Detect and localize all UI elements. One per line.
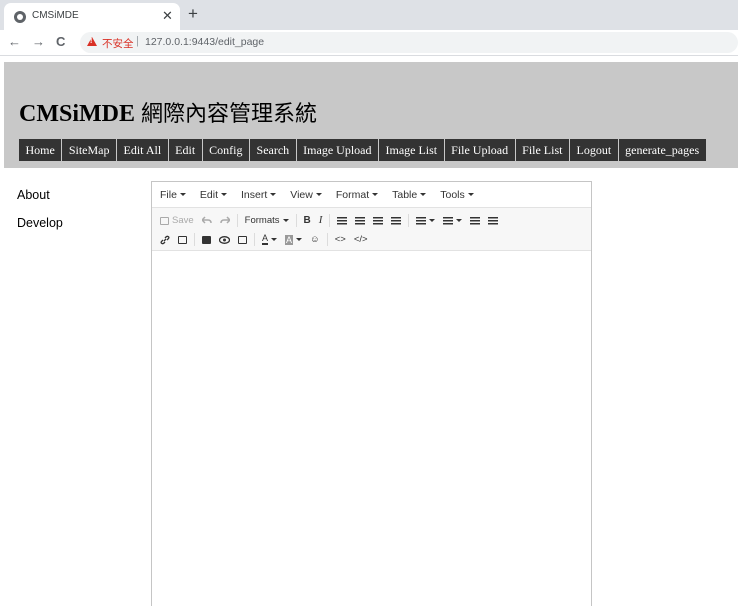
editor-menu-file[interactable]: File bbox=[160, 189, 186, 201]
browser-tab[interactable]: CMSiMDE ✕ bbox=[4, 3, 180, 30]
background-color-button[interactable]: A bbox=[281, 231, 306, 248]
editor-toolbar: Save Formats B I A A ☺ <> </> bbox=[152, 208, 591, 251]
toolbar-divider bbox=[236, 214, 238, 227]
menu-item-edit-all[interactable]: Edit All bbox=[117, 139, 169, 161]
menu-item-image-upload[interactable]: Image Upload bbox=[296, 139, 379, 161]
align-justify-button[interactable] bbox=[387, 212, 405, 229]
menu-item-sitemap[interactable]: SiteMap bbox=[62, 139, 117, 161]
italic-button[interactable]: I bbox=[315, 212, 327, 229]
image-button[interactable] bbox=[174, 231, 191, 248]
menu-item-edit[interactable]: Edit bbox=[168, 139, 203, 161]
menu-item-config[interactable]: Config bbox=[202, 139, 251, 161]
font-color-icon: A bbox=[262, 233, 269, 245]
media-button[interactable] bbox=[234, 231, 251, 248]
sidebar-item-about[interactable]: About bbox=[17, 188, 63, 202]
print-button[interactable] bbox=[198, 231, 215, 248]
site-title: CMSiMDE 網際內容管理系統 bbox=[19, 96, 317, 128]
media-icon bbox=[238, 235, 247, 244]
preview-button[interactable] bbox=[215, 231, 234, 248]
address-bar-row: ← → C 不安全 | 127.0.0.1:9443/edit_page bbox=[0, 30, 738, 56]
link-button[interactable] bbox=[156, 231, 174, 248]
browser-tabbar: CMSiMDE ✕ + bbox=[0, 0, 738, 30]
site-title-latin: CMSiMDE bbox=[19, 101, 135, 127]
editor-menu-view[interactable]: View bbox=[290, 189, 322, 201]
indent-button[interactable] bbox=[484, 212, 502, 229]
print-icon bbox=[202, 235, 211, 244]
align-center-button[interactable] bbox=[351, 212, 369, 229]
reload-icon[interactable]: C bbox=[56, 34, 65, 49]
redo-button[interactable] bbox=[216, 212, 234, 229]
font-color-button[interactable]: A bbox=[258, 231, 281, 248]
undo-icon bbox=[201, 216, 212, 224]
toolbar-divider bbox=[329, 214, 331, 227]
sidebar-item-develop[interactable]: Develop bbox=[17, 216, 63, 230]
toolbar-row-2: A A ☺ <> </> bbox=[156, 230, 587, 249]
align-justify-icon bbox=[391, 216, 402, 225]
save-button[interactable]: Save bbox=[156, 212, 198, 229]
forward-icon[interactable]: → bbox=[32, 34, 45, 49]
menu-item-image-list[interactable]: Image List bbox=[378, 139, 445, 161]
toolbar-divider bbox=[326, 233, 328, 246]
tab-title: CMSiMDE bbox=[32, 10, 79, 21]
eye-icon bbox=[219, 235, 230, 244]
outdent-button[interactable] bbox=[466, 212, 484, 229]
back-icon[interactable]: ← bbox=[8, 34, 21, 49]
link-icon bbox=[160, 235, 170, 244]
url-text[interactable]: 127.0.0.1:9443/edit_page bbox=[145, 36, 264, 48]
floppy-icon bbox=[160, 216, 169, 225]
image-icon bbox=[178, 235, 187, 244]
editor-menubar: File Edit Insert View Format Table Tools bbox=[152, 182, 591, 208]
formats-dropdown[interactable]: Formats bbox=[241, 212, 293, 229]
menu-item-home[interactable]: Home bbox=[19, 139, 63, 161]
code-sample-button[interactable]: <> bbox=[331, 231, 350, 248]
editor-menu-tools[interactable]: Tools bbox=[440, 189, 474, 201]
warning-icon[interactable] bbox=[87, 37, 97, 46]
numbered-list-icon bbox=[443, 216, 454, 225]
menu-item-file-upload[interactable]: File Upload bbox=[444, 139, 516, 161]
align-left-icon bbox=[337, 216, 348, 225]
align-right-icon bbox=[373, 216, 384, 225]
align-right-button[interactable] bbox=[369, 212, 387, 229]
url-field[interactable]: 不安全 | 127.0.0.1:9443/edit_page bbox=[80, 32, 738, 53]
bullet-list-icon bbox=[416, 216, 427, 225]
editor-menu-table[interactable]: Table bbox=[392, 189, 427, 201]
numbered-list-button[interactable] bbox=[439, 212, 466, 229]
site-header: CMSiMDE 網際內容管理系統 Home SiteMap Edit All E… bbox=[4, 62, 738, 168]
menu-item-file-list[interactable]: File List bbox=[515, 139, 570, 161]
url-separator: | bbox=[136, 35, 139, 47]
emoticons-button[interactable]: ☺ bbox=[306, 231, 324, 248]
site-title-cjk: 網際內容管理系統 bbox=[141, 102, 318, 127]
editor-menu-format[interactable]: Format bbox=[336, 189, 379, 201]
background-color-icon: A bbox=[285, 234, 294, 245]
globe-icon bbox=[14, 11, 26, 23]
tab-close-icon[interactable]: ✕ bbox=[162, 8, 173, 24]
align-center-icon bbox=[355, 216, 366, 225]
top-menu: Home SiteMap Edit All Edit Config Search… bbox=[19, 139, 707, 161]
security-label[interactable]: 不安全 bbox=[102, 36, 134, 51]
align-left-button[interactable] bbox=[333, 212, 351, 229]
menu-item-search[interactable]: Search bbox=[250, 139, 297, 161]
toolbar-divider bbox=[408, 214, 410, 227]
outdent-icon bbox=[470, 216, 481, 225]
toolbar-divider bbox=[194, 233, 195, 246]
toolbar-row-1: Save Formats B I bbox=[156, 211, 587, 230]
menu-item-logout[interactable]: Logout bbox=[569, 139, 619, 161]
toolbar-divider bbox=[295, 214, 297, 227]
editor-content-area[interactable] bbox=[152, 252, 591, 606]
rich-text-editor: File Edit Insert View Format Table Tools… bbox=[151, 181, 592, 606]
editor-menu-insert[interactable]: Insert bbox=[241, 189, 277, 201]
undo-button[interactable] bbox=[198, 212, 216, 229]
indent-icon bbox=[488, 216, 499, 225]
bullet-list-button[interactable] bbox=[412, 212, 439, 229]
menu-item-generate-pages[interactable]: generate_pages bbox=[618, 139, 707, 161]
editor-menu-edit[interactable]: Edit bbox=[200, 189, 228, 201]
sidebar: About Develop bbox=[17, 188, 63, 244]
source-code-button[interactable]: </> bbox=[350, 231, 372, 248]
bold-button[interactable]: B bbox=[300, 212, 315, 229]
toolbar-divider bbox=[254, 233, 255, 246]
new-tab-button[interactable]: + bbox=[188, 4, 198, 24]
redo-icon bbox=[219, 216, 230, 224]
